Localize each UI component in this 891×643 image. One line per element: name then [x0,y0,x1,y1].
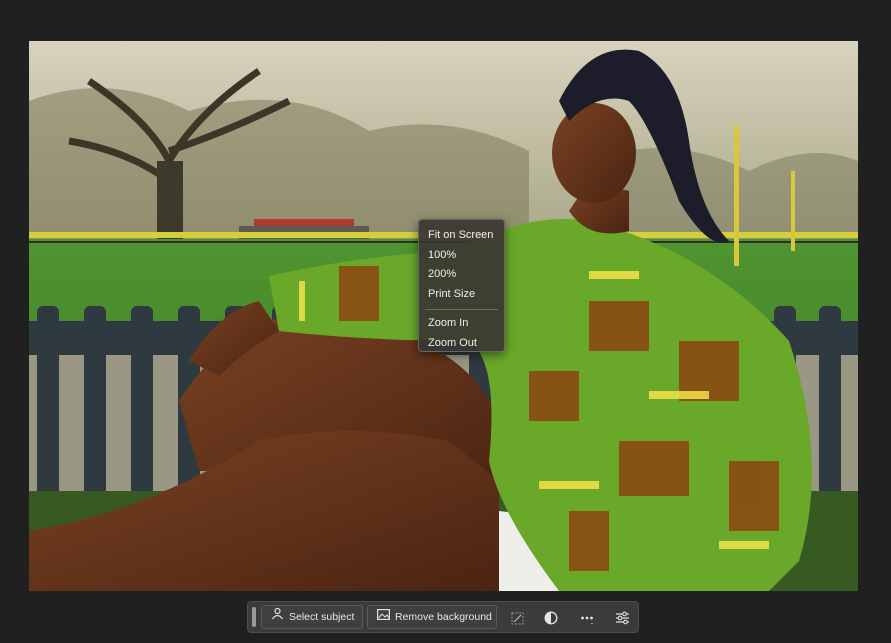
menu-separator [425,309,498,310]
sliders-icon[interactable] [612,608,632,628]
select-subject-label: Select subject [289,611,355,623]
drag-handle[interactable] [252,607,256,627]
menu-item-print-size[interactable]: Print Size [419,285,504,305]
menu-item-fit-on-screen[interactable]: Fit on Screen [419,226,504,246]
select-subject-button[interactable]: Select subject [261,605,363,629]
person-select-icon [271,606,284,628]
adjust-contrast-icon[interactable] [541,608,561,628]
menu-item-100-percent[interactable]: 100% [419,246,504,266]
image-icon [377,606,391,628]
zoom-context-menu: Fit on Screen 100% 200% Print Size Zoom … [418,219,505,352]
more-icon[interactable] [577,608,597,628]
transform-icon[interactable] [507,608,527,628]
remove-background-label: Remove background [395,611,492,623]
menu-item-zoom-in[interactable]: Zoom In [419,314,504,334]
photo-canvas[interactable]: Fit on Screen 100% 200% Print Size Zoom … [29,41,858,591]
menu-item-zoom-out[interactable]: Zoom Out [419,334,504,354]
remove-background-button[interactable]: Remove background [367,605,497,629]
menu-item-200-percent[interactable]: 200% [419,265,504,285]
contextual-task-bar: Select subject Remove background [247,601,639,633]
